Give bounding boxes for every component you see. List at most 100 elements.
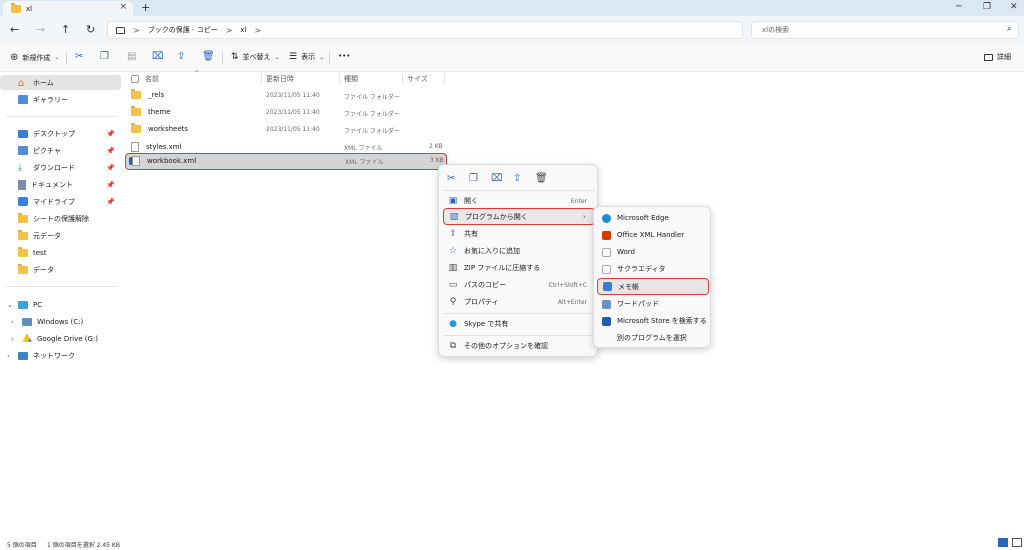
close-button[interactable]: ✕ — [1010, 2, 1018, 12]
sidebar-item-label: ホーム — [33, 78, 54, 87]
menu-item-properties[interactable]: ⚲ プロパティ Alt+Enter — [443, 294, 595, 310]
chevron-down-icon[interactable]: ⌄ — [7, 301, 13, 309]
menu-item-zip[interactable]: ▥ ZIP ファイルに圧縮する — [443, 260, 595, 276]
sidebar-item-gallery[interactable]: ギャラリー — [0, 92, 121, 107]
sidebar-item-documents[interactable]: ドキュメント 📌 — [0, 177, 121, 192]
restore-button[interactable]: ❐ — [983, 2, 991, 12]
submenu-item-wordpad[interactable]: ワードパッド — [597, 296, 709, 312]
search-input[interactable]: xlの検索 ⌕ — [751, 21, 1019, 39]
submenu-item-choose-program[interactable]: 別のプログラムを選択 — [597, 330, 709, 346]
rename-icon[interactable]: ⌧ — [152, 51, 164, 62]
column-header-size[interactable]: サイズ — [407, 74, 428, 84]
forward-button[interactable]: → — [36, 23, 45, 36]
open-with-submenu: Microsoft Edge Office XML Handler Word サ… — [593, 206, 711, 348]
new-button[interactable]: ⊕ 新規作成 ⌄ — [10, 52, 59, 63]
rename-icon[interactable]: ⌧ — [491, 173, 503, 184]
details-view-button[interactable] — [998, 538, 1008, 547]
submenu-item-notepad[interactable]: メモ帳 — [597, 278, 709, 295]
view-button[interactable]: ☰ 表示 ⌄ — [289, 52, 324, 62]
column-header-date[interactable]: 更新日時 — [266, 74, 294, 84]
pin-icon[interactable]: 📌 — [106, 147, 115, 155]
sidebar-item-google-drive[interactable]: › Google Drive (G:) — [0, 331, 121, 346]
chevron-right-icon[interactable]: › — [7, 352, 10, 360]
folder-icon — [11, 2, 21, 13]
pin-icon[interactable]: 📌 — [106, 164, 115, 172]
table-row[interactable]: theme 2023/11/05 11:40 ファイル フォルダー — [127, 106, 445, 121]
copy-icon[interactable]: ❐ — [100, 51, 109, 62]
column-divider[interactable] — [339, 73, 340, 83]
row-date: 2023/11/05 11:40 — [266, 109, 320, 116]
sort-button[interactable]: ⇅ 並べ替え ⌄ — [231, 52, 280, 62]
tab-xl[interactable]: xl × — [3, 1, 133, 16]
sidebar-item-my-drive[interactable]: マイドライブ 📌 — [0, 194, 121, 209]
sidebar-item-downloads[interactable]: ⤓ ダウンロード 📌 — [0, 160, 121, 175]
column-divider[interactable] — [444, 73, 445, 83]
menu-item-open-with[interactable]: ▧ プログラムから開く › — [443, 208, 595, 225]
tiles-view-button[interactable] — [1012, 538, 1022, 547]
address-input[interactable]: > ブックの保護 - コピー > xl > — [107, 21, 743, 39]
table-row[interactable]: worksheets 2023/11/05 11:40 ファイル フォルダー — [127, 123, 445, 138]
table-row[interactable]: _rels 2023/11/05 11:40 ファイル フォルダー — [127, 89, 445, 104]
sidebar-item-original-data[interactable]: 元データ — [0, 228, 121, 243]
select-all-checkbox[interactable] — [131, 75, 139, 83]
refresh-button[interactable]: ↻ — [86, 23, 95, 36]
column-header-name[interactable]: 名前 — [145, 74, 159, 84]
more-options-button[interactable]: ••• — [338, 52, 350, 60]
new-tab-button[interactable]: + — [141, 1, 150, 14]
sidebar-item-windows-c[interactable]: › Windows (C:) — [0, 314, 121, 329]
menu-divider — [443, 313, 595, 314]
up-button[interactable]: ↑ — [61, 23, 70, 36]
pin-icon[interactable]: 📌 — [106, 181, 115, 189]
sidebar-item-home[interactable]: ⌂ ホーム — [0, 75, 121, 90]
submenu-item-word[interactable]: Word — [597, 244, 709, 260]
sidebar-item-sheet-unprotect[interactable]: シートの保護解除 — [0, 211, 121, 226]
delete-icon[interactable]: 🗑 — [535, 173, 548, 184]
delete-icon[interactable]: 🗑 — [202, 51, 215, 62]
sidebar-item-test[interactable]: test — [0, 245, 121, 260]
share-icon[interactable]: ⇪ — [513, 173, 521, 184]
submenu-item-sakura-editor[interactable]: サクラエディタ — [597, 261, 709, 277]
breadcrumb-item[interactable]: ブックの保護 - コピー — [148, 25, 218, 35]
sakura-editor-icon — [602, 264, 611, 274]
share-icon[interactable]: ⇪ — [177, 51, 185, 62]
pin-icon[interactable]: 📌 — [106, 130, 115, 138]
chevron-right-icon[interactable]: › — [11, 318, 14, 326]
menu-divider — [443, 190, 595, 191]
menu-item-add-favorite[interactable]: ☆ お気に入りに追加 — [443, 243, 595, 259]
tab-close-icon[interactable]: × — [119, 2, 127, 12]
copy-icon[interactable]: ❐ — [469, 173, 478, 184]
column-divider[interactable] — [261, 73, 262, 83]
menu-item-share[interactable]: ⇪ 共有 — [443, 226, 595, 242]
sidebar-item-pictures[interactable]: ピクチャ 📌 — [0, 143, 121, 158]
menu-item-copy-path[interactable]: ▭ パスのコピー Ctrl+Shift+C — [443, 277, 595, 293]
table-row-selected[interactable]: workbook.xml XML ファイル 3 KB — [125, 153, 447, 170]
cut-icon[interactable]: ✂ — [447, 173, 455, 184]
sidebar-item-data[interactable]: データ — [0, 262, 121, 277]
paste-icon[interactable]: ▤ — [127, 51, 136, 62]
details-button[interactable]: 詳細 — [984, 52, 1011, 62]
menu-item-open[interactable]: ▣ 開く Enter — [443, 193, 595, 209]
sidebar-item-label: ダウンロード — [33, 163, 75, 172]
sidebar-item-label: Google Drive (G:) — [37, 334, 99, 343]
menu-item-more-options[interactable]: ⧉ その他のオプションを確認 — [443, 338, 595, 354]
back-button[interactable]: ← — [10, 23, 19, 36]
pin-icon[interactable]: 📌 — [106, 198, 115, 206]
sidebar-item-network[interactable]: › ネットワーク — [0, 348, 121, 363]
chevron-right-icon[interactable]: › — [11, 335, 14, 343]
submenu-item-office-xml[interactable]: Office XML Handler — [597, 227, 709, 243]
menu-item-skype-share[interactable]: ● Skype で共有 — [443, 316, 595, 332]
column-divider[interactable] — [402, 73, 403, 83]
sidebar-item-desktop[interactable]: デスクトップ 📌 — [0, 126, 121, 141]
menu-item-label: パスのコピー — [464, 281, 506, 289]
breadcrumb-item[interactable]: xl — [240, 26, 246, 34]
command-bar: ⊕ 新規作成 ⌄ ✂ ❐ ▤ ⌧ ⇪ 🗑 ⇅ 並べ替え ⌄ ☰ 表示 ⌄ •••… — [0, 44, 1024, 72]
column-header-type[interactable]: 種類 — [344, 74, 358, 84]
submenu-item-store-search[interactable]: Microsoft Store を検索する — [597, 313, 709, 329]
minimize-button[interactable]: ─ — [956, 2, 961, 12]
menu-item-label: Skype で共有 — [464, 320, 509, 328]
row-size: 3 KB — [430, 157, 444, 164]
open-with-icon: ▧ — [449, 211, 459, 222]
submenu-item-edge[interactable]: Microsoft Edge — [597, 210, 709, 226]
cut-icon[interactable]: ✂ — [75, 51, 83, 62]
sidebar-item-pc[interactable]: ⌄ PC — [0, 297, 121, 312]
